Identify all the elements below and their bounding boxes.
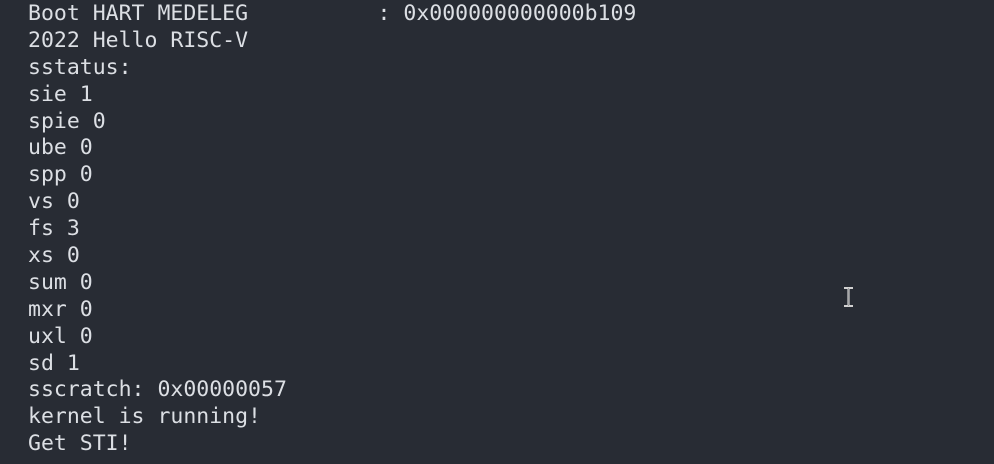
terminal-line: sie 1 xyxy=(28,81,93,107)
terminal-line: mxr 0 xyxy=(28,296,93,322)
terminal-line: xs 0 xyxy=(28,243,80,269)
terminal-output: Boot HART MEDELEG : 0x000000000000b109 20… xyxy=(28,1,636,458)
terminal-line: 2022 Hello RISC-V xyxy=(28,27,249,53)
terminal-line: Boot HART MEDELEG : 0x000000000000b109 xyxy=(28,1,637,26)
terminal-line: spp 0 xyxy=(28,162,93,188)
terminal-line: sum 0 xyxy=(28,269,93,295)
terminal-line: vs 0 xyxy=(28,189,80,215)
terminal-line: ube 0 xyxy=(28,135,93,161)
terminal-line: uxl 0 xyxy=(28,323,93,349)
terminal-line: Get STI! xyxy=(28,431,132,457)
terminal-window[interactable]: Boot HART MEDELEG : 0x000000000000b109 20… xyxy=(0,0,994,464)
text-ibeam-cursor-icon xyxy=(844,287,853,307)
terminal-line: sd 1 xyxy=(28,350,80,376)
terminal-line: sstatus: xyxy=(28,54,132,80)
terminal-line: sscratch: 0x00000057 xyxy=(28,377,287,403)
terminal-line: spie 0 xyxy=(28,108,106,134)
terminal-line: fs 3 xyxy=(28,216,80,242)
terminal-line: kernel is running! xyxy=(28,404,261,430)
